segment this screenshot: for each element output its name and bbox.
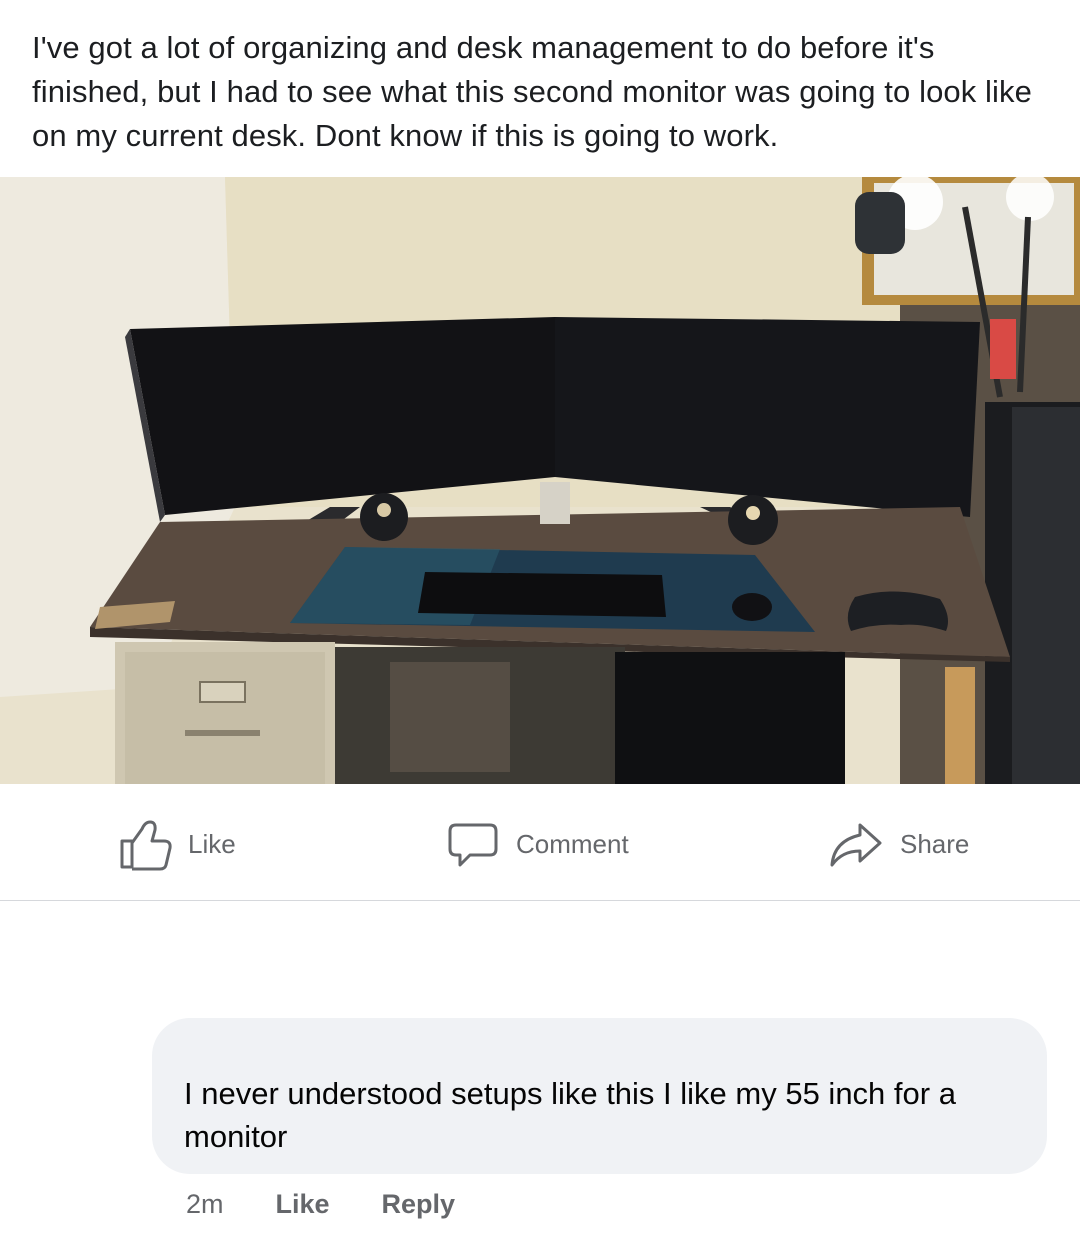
share-arrow-icon bbox=[830, 823, 882, 867]
comment-like-link[interactable]: Like bbox=[276, 1189, 330, 1220]
desk-setup-photo bbox=[0, 177, 1080, 784]
comment-label: Comment bbox=[516, 828, 629, 859]
comment-meta: 2m Like Reply bbox=[186, 1184, 507, 1224]
comment-reply-link[interactable]: Reply bbox=[382, 1189, 456, 1220]
like-label: Like bbox=[188, 828, 236, 859]
like-button[interactable]: Like bbox=[118, 820, 236, 871]
share-label: Share bbox=[900, 828, 970, 859]
comment-button[interactable]: Comment bbox=[446, 822, 629, 867]
thumbs-up-icon bbox=[120, 820, 172, 871]
post-actions-bar: Like Comment Share bbox=[0, 784, 1080, 901]
speech-bubble-icon bbox=[448, 823, 498, 867]
post-text: I've got a lot of organizing and desk ma… bbox=[32, 30, 1032, 153]
comment-text: I never understood setups like this I li… bbox=[184, 1076, 956, 1154]
share-button[interactable]: Share bbox=[828, 822, 970, 867]
comment-timestamp: 2m bbox=[186, 1188, 224, 1219]
post-photo[interactable] bbox=[0, 177, 1080, 784]
